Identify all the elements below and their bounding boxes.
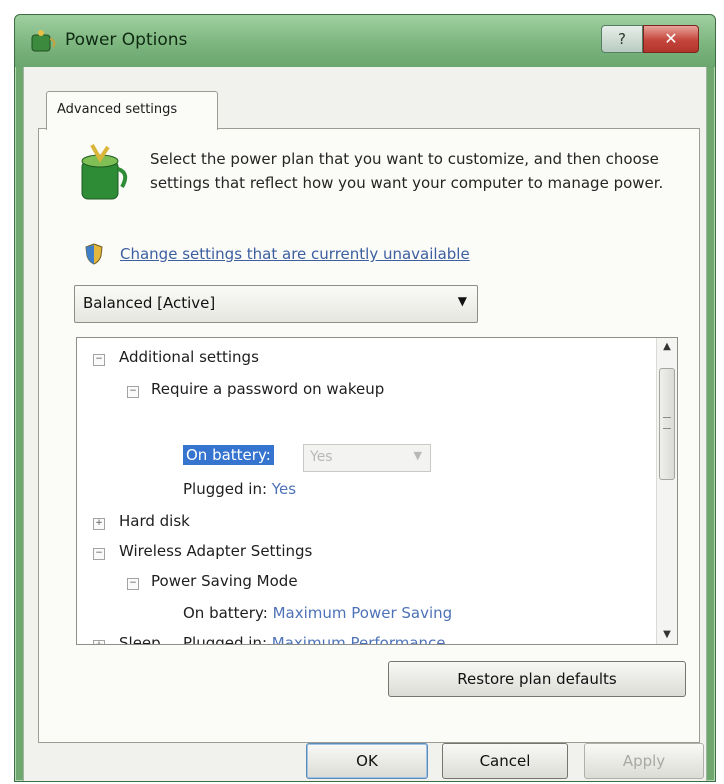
- ps-on-battery-value[interactable]: Maximum Power Saving: [273, 604, 453, 622]
- help-button[interactable]: ?: [601, 25, 643, 53]
- scrollbar-thumb[interactable]: [659, 368, 675, 480]
- plugged-in-value[interactable]: Yes: [272, 480, 296, 498]
- plugged-in-row[interactable]: Plugged in: Yes: [183, 480, 296, 498]
- on-battery-label[interactable]: On battery:: [183, 445, 274, 465]
- on-battery-label-text: On battery:: [183, 445, 274, 465]
- close-button[interactable]: ✕: [643, 25, 699, 53]
- tree-scrollbar[interactable]: ▲ ▼: [656, 338, 677, 644]
- change-settings-link[interactable]: Change settings that are currently unava…: [120, 245, 470, 263]
- ps-on-battery-label: On battery:: [183, 604, 268, 622]
- plugged-in-label: Plugged in:: [183, 480, 268, 498]
- ps-plugged-in-label: Plugged in:: [183, 634, 268, 645]
- tree-node-hard-disk[interactable]: Hard disk: [119, 512, 190, 530]
- expand-icon[interactable]: +: [93, 640, 105, 644]
- ps-plugged-in-row[interactable]: Plugged in: Maximum Performance: [183, 634, 446, 645]
- tree-node-additional-settings[interactable]: Additional settings: [119, 348, 259, 366]
- title-bar[interactable]: Power Options ? ✕: [15, 15, 715, 67]
- collapse-icon[interactable]: −: [127, 386, 139, 398]
- on-battery-select-value: Yes: [310, 449, 333, 465]
- plan-select-value: Balanced [Active]: [83, 294, 216, 312]
- power-plan-select[interactable]: Balanced [Active] ▼: [74, 285, 478, 323]
- tree-node-require-password[interactable]: Require a password on wakeup: [151, 380, 384, 398]
- ps-on-battery-row[interactable]: On battery: Maximum Power Saving: [183, 604, 452, 622]
- power-plan-icon: [81, 144, 128, 200]
- tree-node-power-saving-mode[interactable]: Power Saving Mode: [151, 572, 298, 590]
- dropdown-arrow-icon: ▼: [457, 294, 467, 308]
- on-battery-value-select[interactable]: Yes ▼: [303, 444, 431, 472]
- apply-button[interactable]: Apply: [584, 743, 704, 779]
- shield-icon: [85, 243, 103, 265]
- ps-plugged-in-value[interactable]: Maximum Performance: [272, 634, 446, 644]
- collapse-icon[interactable]: −: [127, 578, 139, 590]
- scroll-down-icon[interactable]: ▼: [657, 626, 677, 644]
- cancel-button[interactable]: Cancel: [442, 743, 568, 779]
- intro-text: Select the power plan that you want to c…: [150, 150, 664, 192]
- power-options-window: Power Options ? ✕ Advanced settings Sele…: [14, 14, 716, 782]
- tree-node-sleep[interactable]: Sleep: [119, 634, 161, 644]
- dropdown-arrow-icon: ▼: [413, 449, 422, 462]
- expand-icon[interactable]: +: [93, 518, 105, 530]
- ok-button[interactable]: OK: [306, 743, 428, 779]
- window-title: Power Options: [65, 30, 188, 50]
- scroll-up-icon[interactable]: ▲: [657, 338, 677, 356]
- tree-node-wireless-adapter[interactable]: Wireless Adapter Settings: [119, 542, 312, 560]
- tab-advanced-settings-label: Advanced settings: [57, 102, 178, 117]
- scrollbar-grip-icon: [663, 417, 671, 429]
- tab-advanced-settings[interactable]: Advanced settings: [46, 91, 218, 130]
- settings-tree[interactable]: − Additional settings − Require a passwo…: [76, 337, 678, 645]
- dialog-client-area: Advanced settings Select the power plan …: [23, 67, 707, 781]
- power-options-app-icon: [31, 30, 56, 52]
- collapse-icon[interactable]: −: [93, 548, 105, 560]
- restore-plan-defaults-button[interactable]: Restore plan defaults: [388, 661, 686, 697]
- collapse-icon[interactable]: −: [93, 354, 105, 366]
